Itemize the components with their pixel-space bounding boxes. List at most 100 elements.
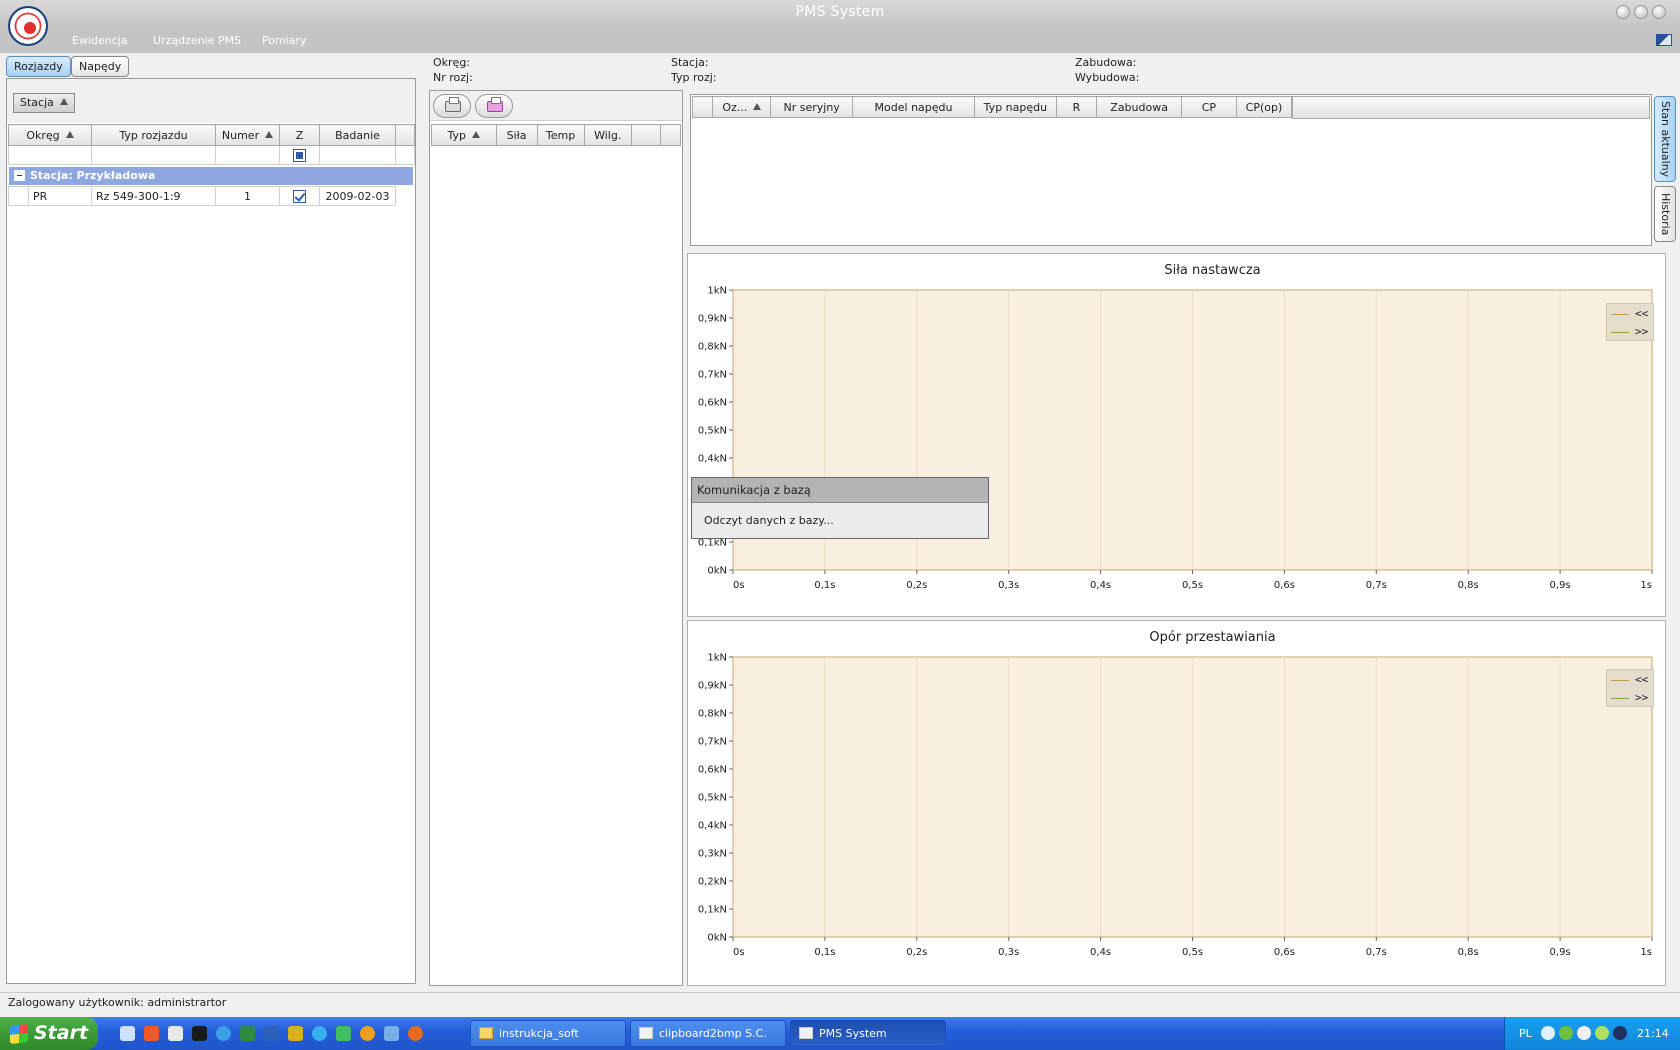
column-header-cp[interactable]: CP	[1180, 96, 1237, 118]
measurements-panel: Typ Siła Temp Wilg.	[429, 90, 683, 986]
x-tick-label: 0,4s	[1090, 580, 1111, 591]
print-preview-button[interactable]	[475, 94, 513, 118]
y-tick-label: 0,4kN	[698, 821, 727, 832]
chart-sila-nastawcza: Siła nastawcza0kN0,1kN0,2kN0,3kN0,4kN0,5…	[687, 253, 1666, 617]
x-tick-label: 0,9s	[1550, 947, 1571, 958]
windows-flag-icon	[10, 1024, 28, 1044]
sort-asc-icon	[472, 130, 481, 138]
tab-historia[interactable]: Historia	[1654, 186, 1676, 242]
menu-item-ewidencja[interactable]: Ewidencja	[72, 34, 128, 47]
drives-header-filler	[1292, 96, 1650, 119]
language-indicator[interactable]: PL	[1519, 1027, 1532, 1040]
app-logo-icon	[8, 6, 48, 46]
column-header-nr-seryjny[interactable]: Nr seryjny	[770, 96, 853, 118]
print-button[interactable]	[433, 94, 471, 118]
chart-legend: << >>	[1606, 303, 1654, 341]
column-header-typ-napedu[interactable]: Typ napędu	[974, 96, 1057, 118]
taskbar-item-clipboard2bmp[interactable]: clipboard2bmp S.C.	[630, 1020, 786, 1047]
quicklaunch-app-icon[interactable]	[192, 1026, 207, 1041]
window-restore-icon[interactable]	[1656, 34, 1672, 46]
system-tray: PL 21:14	[1504, 1017, 1680, 1050]
menu-bar: Ewidencja Urządzenie PMS Pomiary	[0, 28, 1680, 53]
column-header-spacer	[395, 124, 415, 146]
tab-rozjazdy[interactable]: Rozjazdy	[6, 56, 71, 77]
quicklaunch-desktop-icon[interactable]	[120, 1026, 135, 1041]
info-wybudowa: Wybudowa:	[1075, 71, 1140, 84]
quicklaunch-word-icon[interactable]	[264, 1026, 279, 1041]
column-header-typ-rozjazdu[interactable]: Typ rozjazdu	[91, 124, 216, 146]
folder-icon	[479, 1027, 493, 1039]
column-header-model-napedu[interactable]: Model napędu	[851, 96, 976, 118]
quicklaunch-ie-icon[interactable]	[216, 1026, 231, 1041]
tray-security-icon[interactable]	[1595, 1026, 1609, 1040]
filter-badanie[interactable]	[319, 145, 396, 165]
quicklaunch-app-icon[interactable]	[384, 1026, 399, 1041]
cell-okreg: PR	[28, 186, 92, 206]
close-button[interactable]	[1652, 5, 1666, 19]
info-stacja: Stacja:	[671, 56, 709, 69]
y-tick-label: 0kN	[707, 566, 727, 577]
x-tick-label: 1s	[1640, 580, 1652, 591]
y-tick-label: 0,3kN	[698, 849, 727, 860]
chart-legend: << >>	[1606, 669, 1654, 707]
dialog-message: Odczyt danych z bazy...	[704, 514, 834, 527]
start-button[interactable]: Start	[0, 1017, 98, 1050]
taskbar-item-pms-system[interactable]: PMS System	[790, 1020, 946, 1047]
maximize-button[interactable]	[1634, 5, 1648, 19]
column-header-temp[interactable]: Temp	[536, 124, 585, 146]
y-tick-label: 0,1kN	[698, 538, 727, 549]
table-row[interactable]: PR Rz 549-300-1:9 1 2009-02-03	[8, 186, 415, 206]
quicklaunch-app-icon[interactable]	[168, 1026, 183, 1041]
quicklaunch-app-icon[interactable]	[144, 1026, 159, 1041]
sort-asc-icon	[65, 130, 74, 138]
tray-sync-icon[interactable]	[1577, 1026, 1591, 1040]
quicklaunch-app-icon[interactable]	[360, 1026, 375, 1041]
tray-globe-icon[interactable]	[1613, 1026, 1627, 1040]
taskbar-item-instrukcja[interactable]: instrukcja_soft	[470, 1020, 626, 1047]
column-header-okreg[interactable]: Okręg	[8, 124, 92, 146]
quicklaunch-skype-icon[interactable]	[312, 1026, 327, 1041]
column-header-wilg[interactable]: Wilg.	[583, 124, 632, 146]
column-header-typ[interactable]: Typ	[431, 124, 497, 146]
tray-arrow-icon[interactable]	[1541, 1026, 1555, 1040]
collapse-icon[interactable]	[14, 170, 25, 181]
column-header-numer[interactable]: Numer	[215, 124, 280, 146]
column-header-z[interactable]: Z	[279, 124, 320, 146]
quicklaunch-excel-icon[interactable]	[240, 1026, 255, 1041]
measurements-toolbar	[430, 91, 682, 121]
filter-typ[interactable]	[91, 145, 216, 165]
filter-numer[interactable]	[215, 145, 280, 165]
column-header-badanie[interactable]: Badanie	[319, 124, 396, 146]
y-tick-label: 0,6kN	[698, 398, 727, 409]
column-header-r[interactable]: R	[1055, 96, 1098, 118]
y-tick-label: 0,9kN	[698, 314, 727, 325]
x-tick-label: 0,6s	[1274, 580, 1295, 591]
filter-okreg[interactable]	[8, 145, 92, 165]
tray-network-icon[interactable]	[1559, 1026, 1573, 1040]
column-header-zabudowa[interactable]: Zabudowa	[1096, 96, 1182, 118]
quicklaunch-app-icon[interactable]	[288, 1026, 303, 1041]
group-row-station[interactable]: Stacja: Przykładowa	[9, 167, 413, 185]
quicklaunch-app-icon[interactable]	[336, 1026, 351, 1041]
tab-stan-aktualny[interactable]: Stan aktualny	[1654, 96, 1676, 182]
menu-item-urzadzenie-pms[interactable]: Urządzenie PMS	[153, 34, 241, 47]
filter-z[interactable]	[279, 145, 320, 165]
group-chip-stacja[interactable]: Stacja	[13, 93, 75, 113]
cell-z[interactable]	[279, 186, 320, 206]
quicklaunch-firefox-icon[interactable]	[408, 1026, 423, 1041]
z-checkbox[interactable]	[293, 189, 306, 203]
measurements-header-row: Typ Siła Temp Wilg.	[431, 124, 681, 146]
minimize-button[interactable]	[1616, 5, 1630, 19]
info-okreg: Okręg:	[433, 56, 471, 69]
column-header-cp-op[interactable]: CP(op)	[1235, 96, 1293, 118]
menu-item-pomiary[interactable]: Pomiary	[262, 34, 307, 47]
x-tick-label: 0,2s	[906, 580, 927, 591]
y-tick-label: 1kN	[707, 286, 727, 297]
chart-opor-przestawiania: Opór przestawiania 0kN 0,1kN 0,2kN 0,3kN 0,4k…	[687, 620, 1666, 986]
column-header-sila[interactable]: Siła	[495, 124, 538, 146]
tab-napedy[interactable]: Napędy	[71, 56, 130, 77]
filter-checkbox[interactable]	[293, 148, 306, 162]
window-icon	[799, 1027, 813, 1039]
column-header-oz[interactable]: Oz...	[712, 96, 772, 118]
x-tick-label: 0,9s	[1550, 580, 1571, 591]
